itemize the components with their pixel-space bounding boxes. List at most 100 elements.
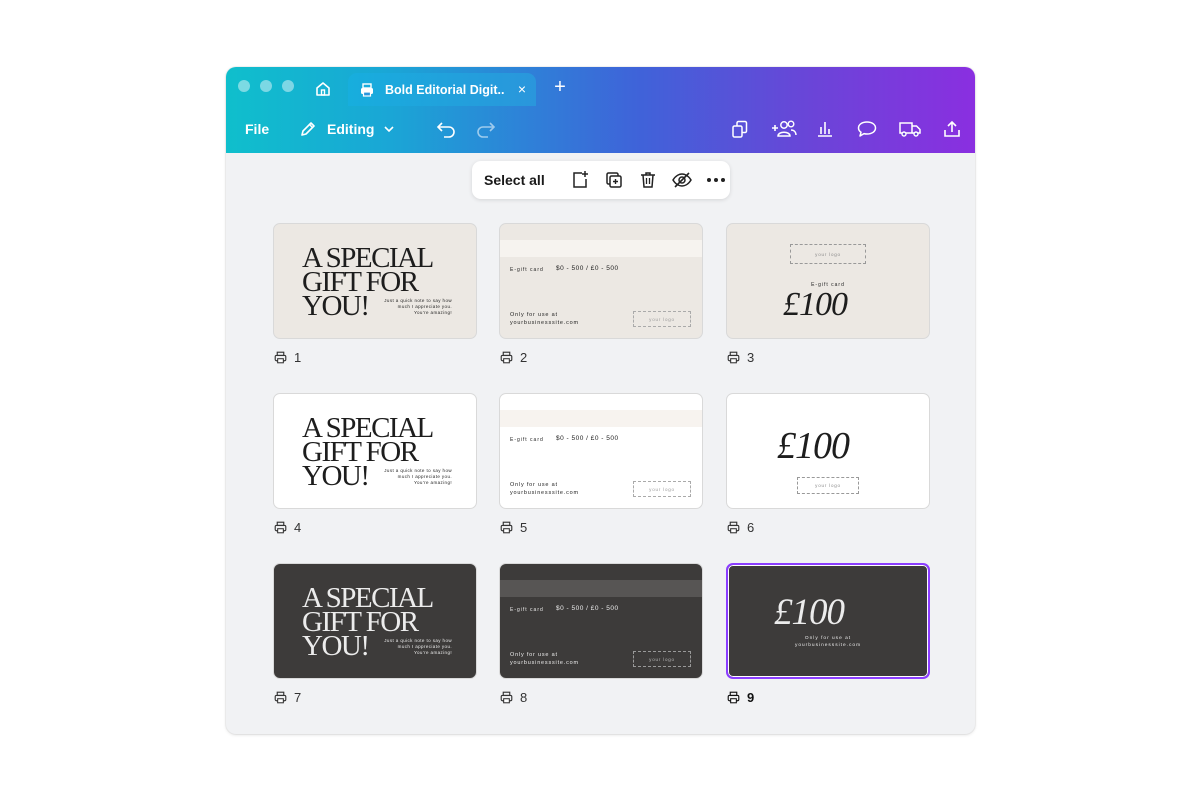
select-all-button[interactable]: Select all bbox=[484, 172, 558, 188]
card-note: Just a quick note to say how much I appr… bbox=[384, 298, 452, 315]
printer-icon bbox=[500, 521, 514, 535]
only-line-2: yourbusinesssite.com bbox=[510, 660, 579, 666]
copy-pages-icon[interactable] bbox=[728, 118, 752, 140]
logo-placeholder: your logo bbox=[790, 244, 866, 264]
page-label: 5 bbox=[500, 520, 527, 535]
delivery-truck-icon[interactable] bbox=[897, 118, 923, 140]
hide-eye-icon[interactable] bbox=[670, 168, 694, 192]
more-icon[interactable] bbox=[704, 168, 728, 192]
price-range: $0 - 500 / £0 - 500 bbox=[556, 435, 619, 442]
page-thumbnail[interactable]: A SPECIAL GIFT FOR YOU! Just a quick not… bbox=[273, 393, 477, 509]
logo-placeholder: your logo bbox=[633, 311, 691, 327]
page-label: 6 bbox=[727, 520, 754, 535]
share-people-icon[interactable] bbox=[769, 118, 799, 140]
only-line-2: yourbusinesssite.com bbox=[510, 490, 579, 496]
only-line-1: Only for use at bbox=[510, 652, 558, 658]
editor-toolbar: File Editing bbox=[226, 106, 975, 153]
chevron-down-icon bbox=[383, 123, 395, 135]
page-thumbnail-selected[interactable]: £100 Only for use at yourbusinesssite.com bbox=[726, 563, 930, 679]
card-strip bbox=[500, 240, 702, 257]
price-range: $0 - 500 / £0 - 500 bbox=[556, 265, 619, 272]
editing-mode-button[interactable]: Editing bbox=[298, 118, 395, 140]
page-thumbnail[interactable]: A SPECIAL GIFT FOR YOU! Just a quick not… bbox=[273, 563, 477, 679]
page-thumbnail[interactable]: E-gift card $0 - 500 / £0 - 500 Only for… bbox=[499, 223, 703, 339]
page-number: 7 bbox=[294, 690, 302, 705]
printer-icon bbox=[274, 521, 288, 535]
header-chrome: Bold Editorial Digit... × + File Editing bbox=[226, 67, 975, 153]
card-amount: £100 bbox=[774, 592, 845, 633]
app-window: Bold Editorial Digit... × + File Editing bbox=[226, 67, 975, 734]
printer-icon bbox=[500, 691, 514, 705]
card-amount: £100 bbox=[783, 286, 848, 323]
page-number: 2 bbox=[520, 350, 528, 365]
page-number: 9 bbox=[747, 690, 755, 705]
page-label: 9 bbox=[727, 690, 754, 705]
logo-placeholder: your logo bbox=[797, 477, 859, 494]
page-selection-toolbar: Select all bbox=[472, 161, 730, 199]
printer-icon bbox=[500, 351, 514, 365]
upload-share-icon[interactable] bbox=[940, 118, 964, 140]
printer-icon bbox=[727, 691, 741, 705]
window-zoom-dot[interactable] bbox=[282, 80, 294, 92]
logo-placeholder: your logo bbox=[633, 651, 691, 667]
page-thumbnail[interactable]: E-gift card $0 - 500 / £0 - 500 Only for… bbox=[499, 563, 703, 679]
trash-icon[interactable] bbox=[636, 168, 660, 192]
close-icon[interactable]: × bbox=[518, 81, 526, 97]
only-for-use: Only for use at yourbusinesssite.com bbox=[510, 651, 579, 667]
redo-icon[interactable] bbox=[474, 118, 498, 140]
editing-label: Editing bbox=[327, 121, 375, 137]
window-minimize-dot[interactable] bbox=[260, 80, 272, 92]
tab-document[interactable]: Bold Editorial Digit... × bbox=[348, 73, 536, 106]
card-note: Just a quick note to say how much I appr… bbox=[384, 638, 452, 655]
only-line-1: Only for use at bbox=[510, 312, 558, 318]
page-label: 1 bbox=[274, 350, 301, 365]
only-for-use: Only for use at yourbusinesssite.com bbox=[510, 481, 579, 497]
page-number: 8 bbox=[520, 690, 528, 705]
page-label: 8 bbox=[500, 690, 527, 705]
insights-chart-icon[interactable] bbox=[813, 118, 837, 140]
window-close-dot[interactable] bbox=[238, 80, 250, 92]
undo-icon[interactable] bbox=[434, 118, 458, 140]
page-thumbnail[interactable]: A SPECIAL GIFT FOR YOU! Just a quick not… bbox=[273, 223, 477, 339]
tab-bar: Bold Editorial Digit... × + bbox=[226, 67, 975, 106]
card-strip bbox=[500, 410, 702, 427]
only-line-1: Only for use at bbox=[510, 482, 558, 488]
egift-label: E-gift card bbox=[510, 607, 544, 613]
page-thumbnail[interactable]: £100 your logo bbox=[726, 393, 930, 509]
duplicate-page-icon[interactable] bbox=[602, 168, 626, 192]
only-for-use: Only for use at yourbusinesssite.com bbox=[728, 635, 928, 649]
card-amount: £100 bbox=[777, 425, 850, 467]
home-icon[interactable] bbox=[312, 78, 334, 100]
price-range: $0 - 500 / £0 - 500 bbox=[556, 605, 619, 612]
card-note: Just a quick note to say how much I appr… bbox=[384, 468, 452, 485]
page-label: 2 bbox=[500, 350, 527, 365]
page-label: 3 bbox=[727, 350, 754, 365]
page-number: 3 bbox=[747, 350, 755, 365]
printer-icon bbox=[727, 521, 741, 535]
page-number: 6 bbox=[747, 520, 755, 535]
comment-icon[interactable] bbox=[855, 118, 879, 140]
file-menu-button[interactable]: File bbox=[245, 121, 269, 137]
logo-placeholder: your logo bbox=[633, 481, 691, 497]
only-line-1: Only for use at bbox=[804, 636, 852, 641]
add-page-icon[interactable] bbox=[568, 168, 592, 192]
printer-icon bbox=[274, 351, 288, 365]
only-for-use: Only for use at yourbusinesssite.com bbox=[510, 311, 579, 327]
plus-icon[interactable]: + bbox=[550, 77, 570, 97]
page-label: 4 bbox=[274, 520, 301, 535]
card-strip bbox=[500, 580, 702, 597]
only-line-2: yourbusinesssite.com bbox=[794, 643, 862, 648]
tab-title: Bold Editorial Digit... bbox=[385, 82, 505, 97]
egift-label: E-gift card bbox=[510, 267, 544, 273]
page-thumbnail[interactable]: E-gift card $0 - 500 / £0 - 500 Only for… bbox=[499, 393, 703, 509]
page-thumbnail[interactable]: your logo E-gift card £100 bbox=[726, 223, 930, 339]
page-number: 4 bbox=[294, 520, 302, 535]
printer-icon bbox=[274, 691, 288, 705]
page-number: 1 bbox=[294, 350, 302, 365]
pencil-icon bbox=[298, 119, 318, 139]
printer-icon bbox=[727, 351, 741, 365]
page-number: 5 bbox=[520, 520, 528, 535]
only-line-2: yourbusinesssite.com bbox=[510, 320, 579, 326]
egift-label: E-gift card bbox=[510, 437, 544, 443]
page-label: 7 bbox=[274, 690, 301, 705]
